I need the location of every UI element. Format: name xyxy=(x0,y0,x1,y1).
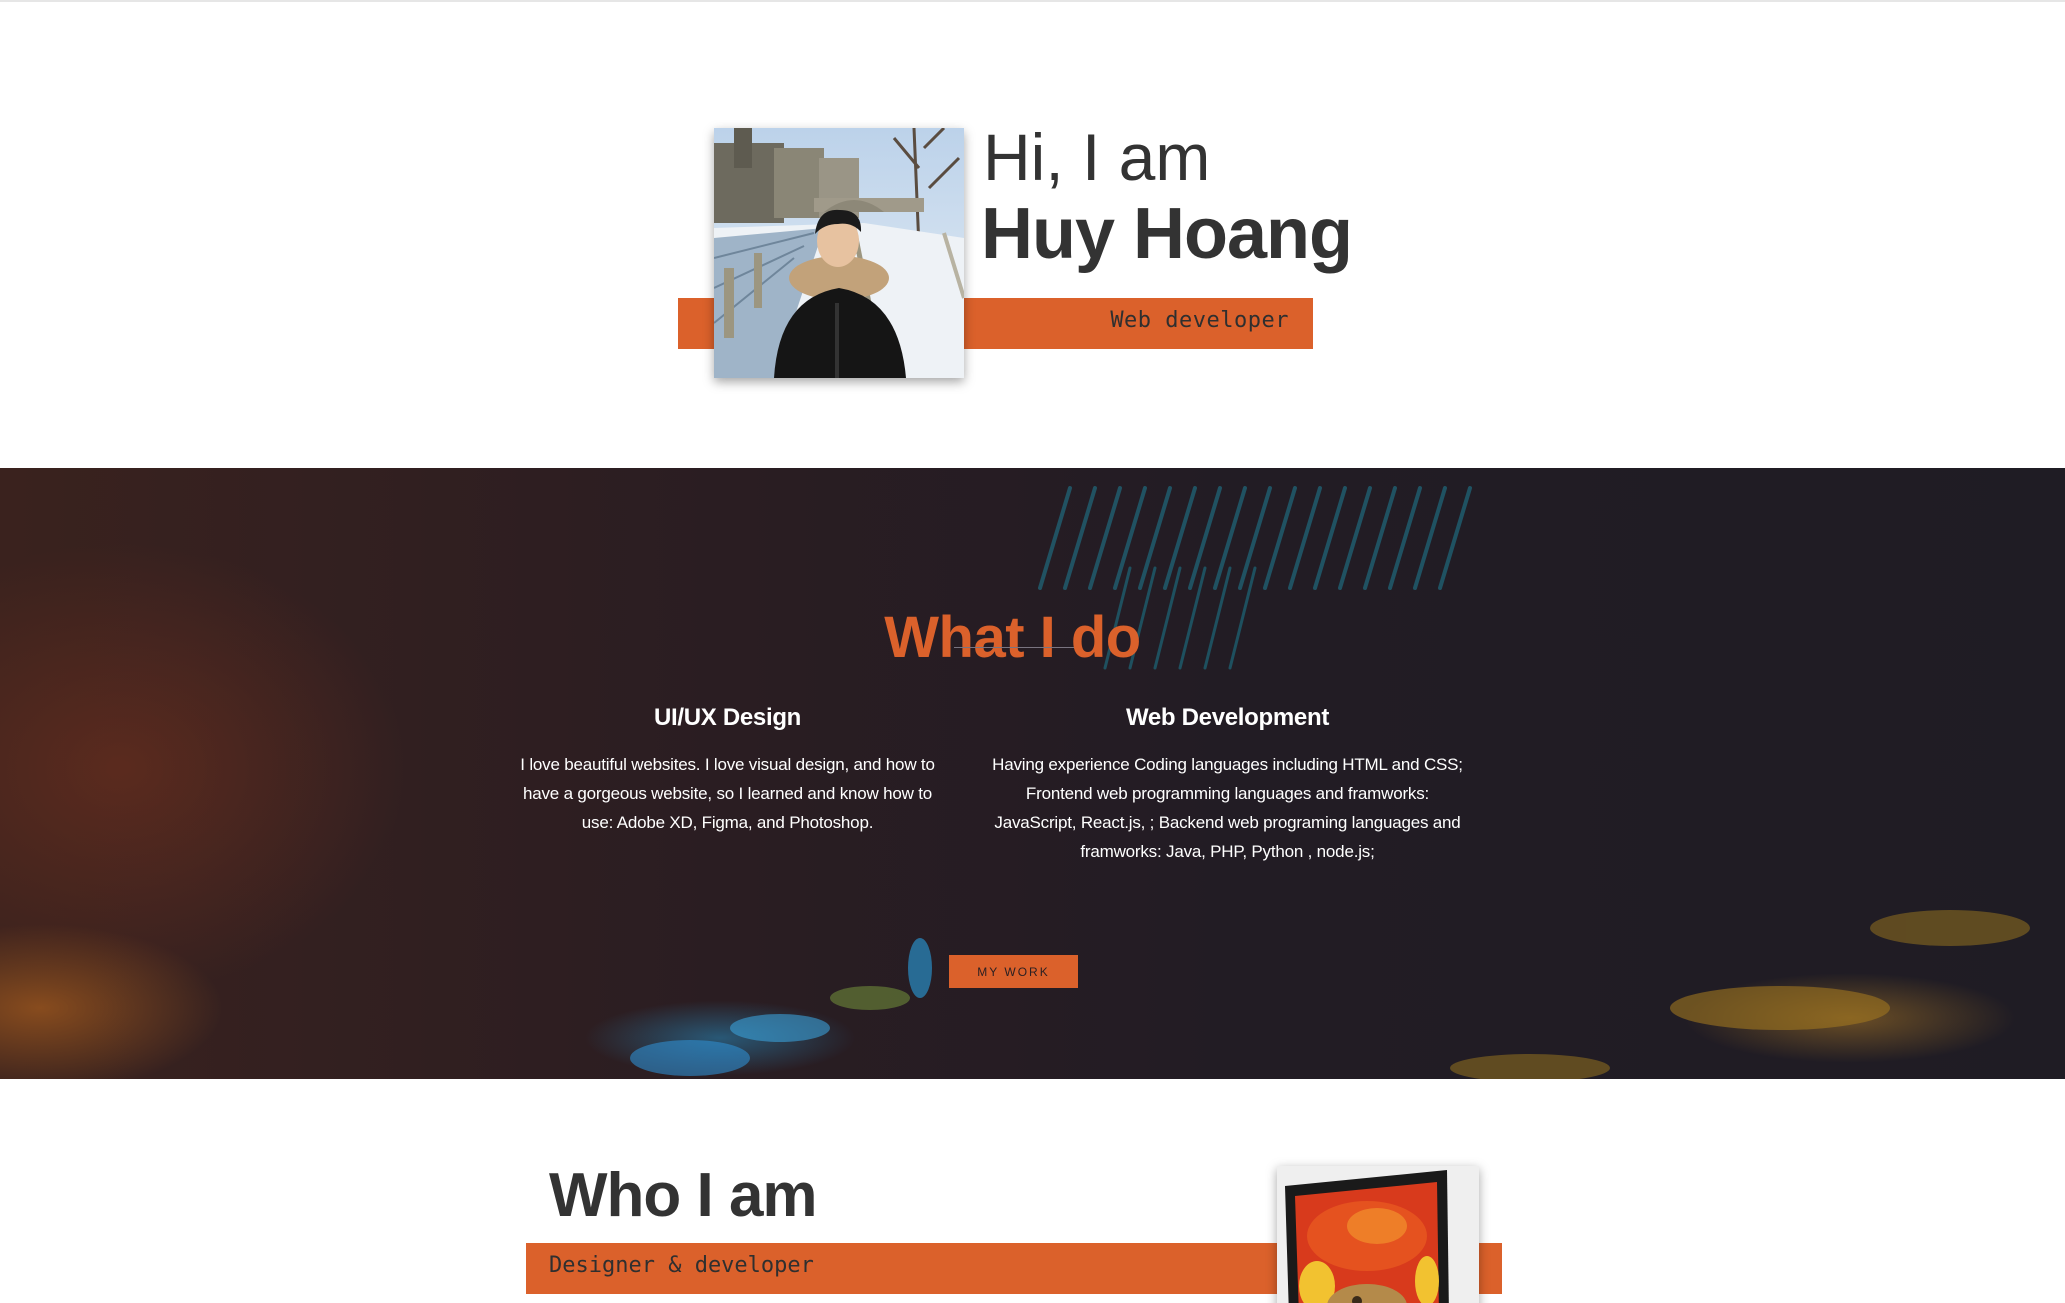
service-heading: UI/UX Design xyxy=(653,704,802,731)
what-i-do-title: What I do xyxy=(884,605,1141,671)
who-i-am-section: Designer & developer Who I am xyxy=(0,1079,2065,1303)
who-i-am-title: Who I am xyxy=(549,1161,818,1230)
service-description: Having experience Coding languages inclu… xyxy=(992,755,1463,861)
about-role: Designer & developer xyxy=(549,1253,814,1278)
hero-section: Web developer Hi, I am Huy Hoang xyxy=(0,2,2065,468)
my-work-button[interactable]: MY WORK xyxy=(949,955,1078,988)
section-divider xyxy=(954,647,1074,648)
hero-portrait-photo xyxy=(714,128,964,378)
service-description: I love beautiful websites. I love visual… xyxy=(520,755,935,832)
service-heading: Web Development xyxy=(1125,704,1330,731)
service-card-uiux: UI/UX Design I love beautiful websites. … xyxy=(510,704,945,837)
what-i-do-section: What I do UI/UX Design I love beautiful … xyxy=(0,468,2065,1079)
hero-name: Huy Hoang xyxy=(981,194,1353,274)
service-card-webdev: Web Development Having experience Coding… xyxy=(985,704,1470,866)
hero-role: Web developer xyxy=(1110,308,1289,333)
hero-greeting: Hi, I am xyxy=(983,120,1211,194)
about-artwork-photo xyxy=(1277,1166,1479,1303)
